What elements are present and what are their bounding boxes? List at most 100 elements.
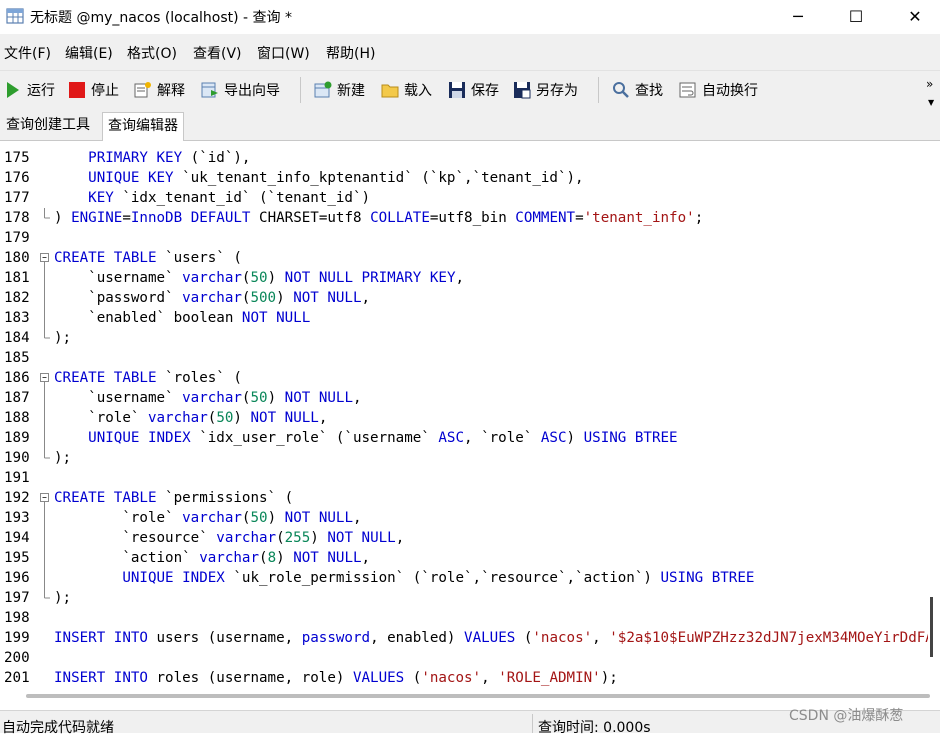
- code-line[interactable]: 185: [0, 348, 928, 368]
- code-line[interactable]: 197);: [0, 588, 928, 608]
- line-number: 180: [4, 250, 30, 266]
- vertical-scrollbar-thumb[interactable]: [930, 597, 933, 657]
- menu-file[interactable]: 文件(F): [4, 43, 51, 63]
- sql-text: ;: [694, 210, 704, 226]
- save-button[interactable]: 保存: [448, 79, 499, 101]
- code-line[interactable]: 201 INSERT INTO roles (username, role) VA…: [0, 668, 928, 688]
- fold-collapse-icon[interactable]: [39, 368, 51, 388]
- code-line[interactable]: 198: [0, 608, 928, 628]
- code-line[interactable]: 176 UNIQUE KEY `uk_tenant_info_kptenanti…: [0, 168, 928, 188]
- stop-label: 停止: [91, 83, 119, 99]
- sql-text: `enabled` boolean: [54, 310, 242, 326]
- sql-keyword: NOT NULL: [327, 530, 396, 546]
- menu-format[interactable]: 格式(O): [127, 43, 177, 63]
- code-line[interactable]: 180 CREATE TABLE `users` (: [0, 248, 928, 268]
- code-line[interactable]: 182 `password` varchar(500) NOT NULL,: [0, 288, 928, 308]
- sql-keyword: NOT NULL: [293, 550, 362, 566]
- sql-editor[interactable]: 175 PRIMARY KEY (`id`), 176 UNIQUE KEY `u…: [0, 144, 928, 689]
- menu-edit[interactable]: 编辑(E): [65, 43, 113, 63]
- line-number: 187: [4, 390, 30, 406]
- code-line[interactable]: 177 KEY `idx_tenant_id` (`tenant_id`): [0, 188, 928, 208]
- code-text: INSERT INTO users (username, password, e…: [54, 628, 928, 648]
- code-text: KEY `idx_tenant_id` (`tenant_id`): [54, 188, 370, 208]
- sql-keyword: UNIQUE KEY: [88, 170, 174, 186]
- fold-collapse-icon[interactable]: [39, 248, 51, 268]
- sql-text: `role`: [54, 410, 148, 426]
- menu-view[interactable]: 查看(V): [193, 43, 242, 63]
- fold-end-marker: [44, 208, 50, 219]
- sql-number: 50: [250, 510, 268, 526]
- maximize-button[interactable]: ☐: [833, 0, 879, 34]
- sql-string: 'ROLE_ADMIN': [498, 670, 601, 686]
- stop-button[interactable]: 停止: [68, 79, 119, 101]
- line-number: 198: [4, 610, 30, 626]
- horizontal-scrollbar-thumb[interactable]: [26, 694, 930, 698]
- sql-keyword: CREATE TABLE: [54, 370, 157, 386]
- toolbar-separator: [598, 77, 599, 103]
- code-line[interactable]: 187 `username` varchar(50) NOT NULL,: [0, 388, 928, 408]
- fold-collapse-icon[interactable]: [39, 488, 51, 508]
- sql-text: (: [515, 630, 533, 646]
- sql-text: ,: [361, 550, 371, 566]
- sql-keyword: INSERT INTO: [54, 670, 148, 686]
- code-line[interactable]: 194 `resource` varchar(255) NOT NULL,: [0, 528, 928, 548]
- code-line[interactable]: 178) ENGINE=InnoDB DEFAULT CHARSET=utf8 …: [0, 208, 928, 228]
- code-line[interactable]: 196 UNIQUE INDEX `uk_role_permission` (`…: [0, 568, 928, 588]
- explain-button[interactable]: 解释: [134, 79, 185, 101]
- sql-number: 50: [216, 410, 234, 426]
- code-line[interactable]: 192 CREATE TABLE `permissions` (: [0, 488, 928, 508]
- code-line[interactable]: 183 `enabled` boolean NOT NULL: [0, 308, 928, 328]
- sql-text: );: [600, 670, 618, 686]
- code-line[interactable]: 199 INSERT INTO users (username, password…: [0, 628, 928, 648]
- code-line[interactable]: 184);: [0, 328, 928, 348]
- export-wizard-button[interactable]: 导出向导: [201, 79, 280, 101]
- code-text: );: [54, 328, 71, 348]
- sql-text: );: [54, 330, 72, 346]
- code-line[interactable]: 191: [0, 468, 928, 488]
- word-wrap-icon: [679, 82, 696, 98]
- code-line[interactable]: 181 `username` varchar(50) NOT NULL PRIM…: [0, 268, 928, 288]
- line-number: 192: [4, 490, 30, 506]
- word-wrap-label: 自动换行: [702, 83, 758, 99]
- sql-text: ): [267, 390, 285, 406]
- save-as-button[interactable]: 另存为: [513, 79, 578, 101]
- find-button[interactable]: 查找: [612, 79, 663, 101]
- word-wrap-button[interactable]: 自动换行: [679, 79, 758, 101]
- sql-keyword: COMMENT: [515, 210, 576, 226]
- sql-keyword: UNIQUE INDEX: [88, 430, 191, 446]
- close-button[interactable]: ✕: [892, 0, 938, 34]
- sql-keyword: USING BTREE: [583, 430, 678, 446]
- fold-guide: [44, 268, 45, 288]
- code-line[interactable]: 188 `role` varchar(50) NOT NULL,: [0, 408, 928, 428]
- line-number: 181: [4, 270, 30, 286]
- menu-window[interactable]: 窗口(W): [257, 43, 310, 63]
- tab-query-editor[interactable]: 查询编辑器: [102, 112, 184, 141]
- code-line[interactable]: 200: [0, 648, 928, 668]
- tab-query-builder[interactable]: 查询创建工具: [1, 112, 95, 140]
- minimize-button[interactable]: ─: [775, 0, 821, 34]
- code-line[interactable]: 175 PRIMARY KEY (`id`),: [0, 148, 928, 168]
- search-icon: [613, 82, 629, 98]
- sql-keyword: DEFAULT: [190, 210, 251, 226]
- sql-text: `username`: [54, 270, 183, 286]
- menu-bar: 文件(F) 编辑(E) 格式(O) 查看(V) 窗口(W) 帮助(H): [0, 34, 940, 70]
- sql-text: );: [54, 590, 72, 606]
- sql-number: 50: [250, 270, 268, 286]
- code-line[interactable]: 179: [0, 228, 928, 248]
- code-line[interactable]: 193 `role` varchar(50) NOT NULL,: [0, 508, 928, 528]
- code-line[interactable]: 189 UNIQUE INDEX `idx_user_role` (`usern…: [0, 428, 928, 448]
- sql-string: 'nacos': [532, 630, 593, 646]
- code-line[interactable]: 190);: [0, 448, 928, 468]
- menu-help[interactable]: 帮助(H): [326, 43, 375, 63]
- run-button[interactable]: 运行: [4, 79, 55, 101]
- line-number: 195: [4, 550, 30, 566]
- load-button[interactable]: 载入: [381, 79, 432, 101]
- code-text: CREATE TABLE `users` (: [54, 248, 242, 268]
- new-button[interactable]: 新建: [314, 79, 365, 101]
- line-number: 190: [4, 450, 30, 466]
- code-line[interactable]: 195 `action` varchar(8) NOT NULL,: [0, 548, 928, 568]
- code-line[interactable]: 186 CREATE TABLE `roles` (: [0, 368, 928, 388]
- play-icon: [7, 82, 19, 98]
